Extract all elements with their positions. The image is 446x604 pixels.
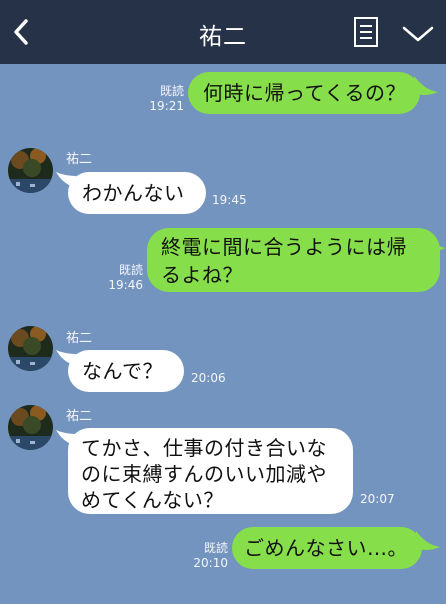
avatar[interactable] [8,405,53,450]
sent-message-bubble[interactable]: 終電に間に合うようには帰 るよね？ [147,228,440,292]
message-text: ごめんなさい…。 [244,536,408,560]
message-meta: 20:06 [191,371,226,386]
bubble-tail [414,76,438,95]
read-receipt: 既読 [203,541,228,555]
message-text: 何時に帰ってくるの？ [203,81,406,105]
avatar-image [8,326,53,371]
message-text: わかんない [82,181,185,205]
message-meta: 20:07 [360,492,395,507]
bubble-tail [416,531,440,550]
message-time: 19:46 [108,278,143,292]
bubble-tail [422,232,446,251]
message-text-line: てかさ、仕事の付き合いな [81,436,327,460]
sender-name: 祐二 [66,409,93,424]
message-time: 20:07 [360,492,395,506]
menu-button[interactable] [400,22,436,46]
message-text-line: めてくんない？ [81,488,224,512]
chat-header: 祐二 [0,0,446,64]
message-time: 19:21 [149,99,184,113]
read-receipt: 既読 [118,263,143,277]
received-message-bubble[interactable]: てかさ、仕事の付き合いな のに束縛すんのいい加減や めてくんない？ [68,428,353,514]
message-meta: 既読 19:21 [149,84,184,114]
received-message-bubble[interactable]: わかんない [68,172,206,214]
message-text: なんで？ [82,359,163,383]
message-meta: 既読 20:10 [193,541,228,571]
message-time: 20:10 [193,556,228,570]
message-text-line: 終電に間に合うようには帰 [161,235,407,259]
sender-name: 祐二 [66,331,93,346]
chevron-down-icon [402,26,434,42]
avatar[interactable] [8,148,53,193]
avatar-image [8,405,53,450]
received-message-bubble[interactable]: なんで？ [68,350,184,392]
notes-icon [354,17,378,47]
avatar[interactable] [8,326,53,371]
avatar-image [8,148,53,193]
notes-button[interactable] [350,14,382,50]
message-time: 20:06 [191,371,226,385]
sent-message-bubble[interactable]: ごめんなさい…。 [232,527,422,569]
message-text-line: のに束縛すんのいい加減や [81,462,327,486]
message-text-line: るよね？ [161,263,243,287]
read-receipt: 既読 [159,84,184,98]
message-time: 19:45 [212,193,247,207]
sent-message-bubble[interactable]: 何時に帰ってくるの？ [188,72,420,114]
sender-name: 祐二 [66,152,93,167]
message-meta: 19:45 [212,193,247,208]
message-meta: 既読 19:46 [108,263,143,293]
